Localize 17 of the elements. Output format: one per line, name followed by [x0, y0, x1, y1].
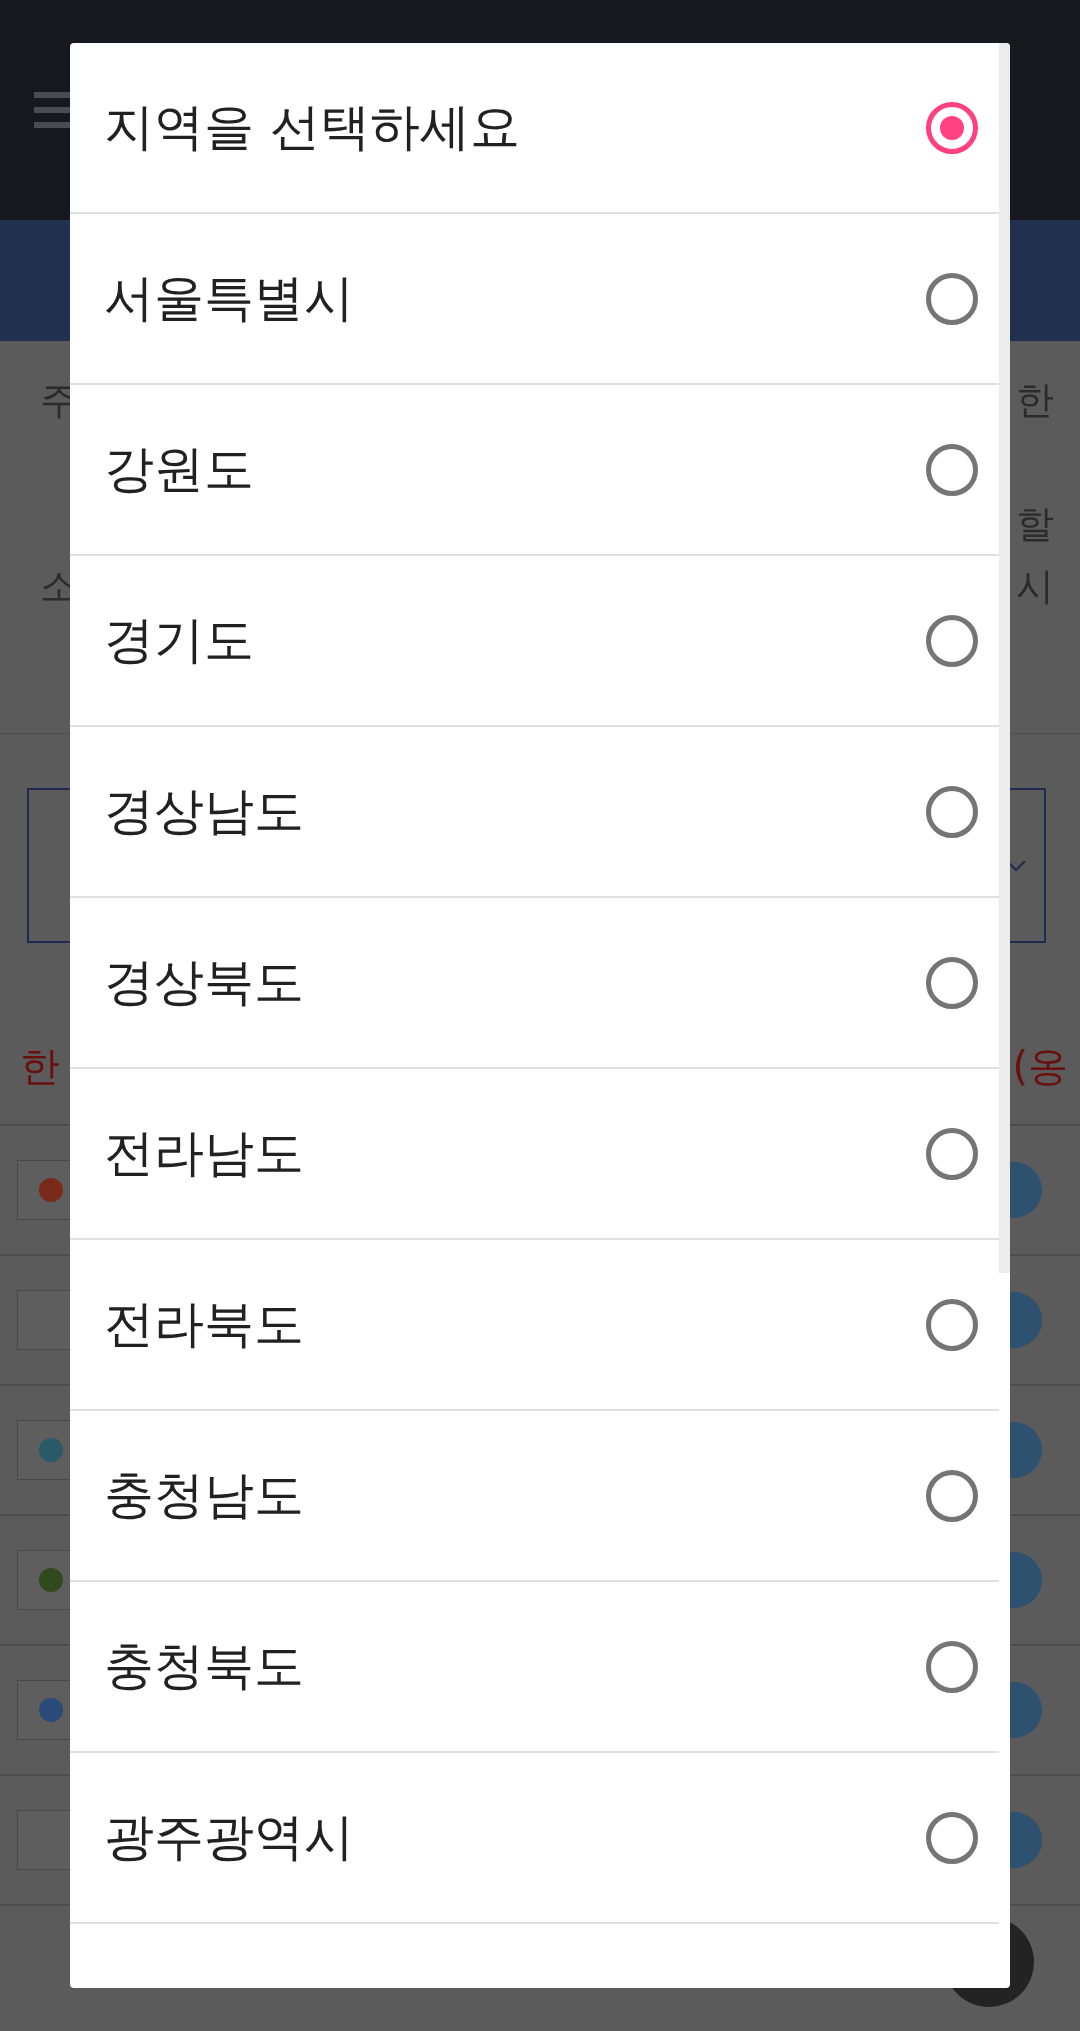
region-option[interactable]: 광주광역시	[70, 1753, 999, 1924]
region-option[interactable]: 전라북도	[70, 1240, 999, 1411]
notice-text: (옹	[1012, 1042, 1068, 1091]
radio-button[interactable]	[926, 1127, 978, 1180]
region-option[interactable]: 충청남도	[70, 1411, 999, 1582]
radio-button[interactable]	[926, 1469, 978, 1522]
radio-button[interactable]	[926, 101, 978, 154]
radio-button[interactable]	[926, 1811, 978, 1864]
region-option[interactable]: 충청북도	[70, 1582, 999, 1753]
radio-button[interactable]	[926, 785, 978, 838]
radio-button[interactable]	[926, 1640, 978, 1693]
radio-button[interactable]	[926, 956, 978, 1009]
radio-button[interactable]	[926, 614, 978, 667]
radio-button[interactable]	[926, 1298, 978, 1351]
radio-button[interactable]	[926, 443, 978, 496]
notice-text: 한	[20, 1042, 60, 1091]
radio-button[interactable]	[926, 272, 978, 325]
